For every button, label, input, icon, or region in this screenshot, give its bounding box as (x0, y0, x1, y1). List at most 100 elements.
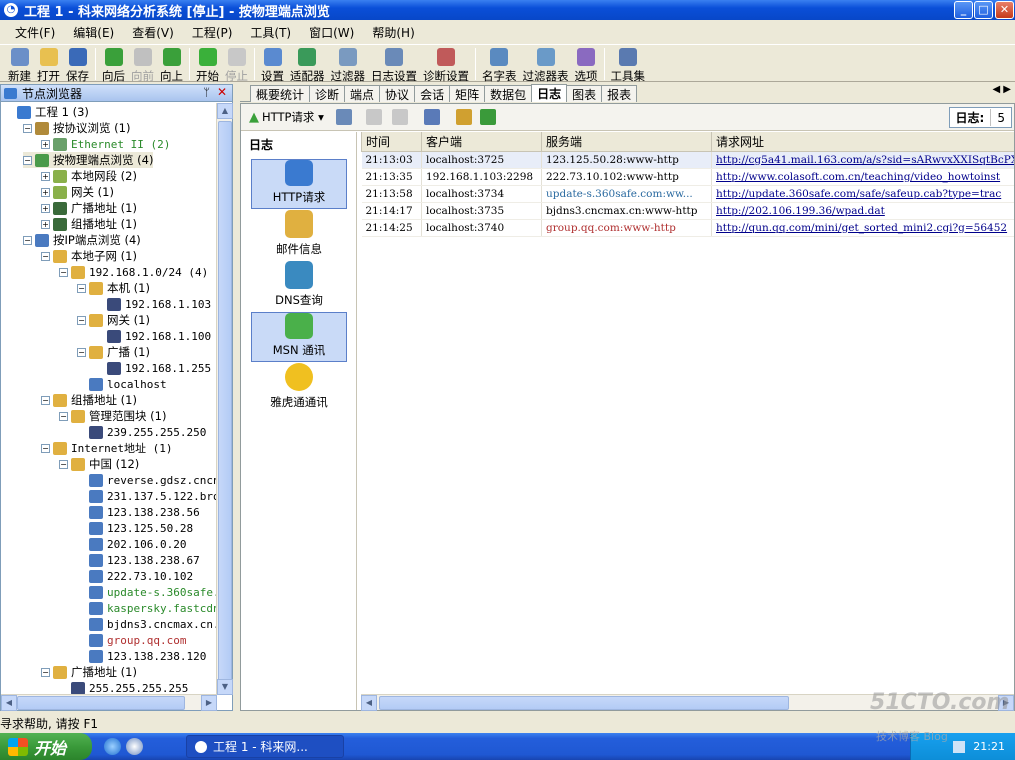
refresh-list-icon[interactable] (391, 109, 408, 125)
log-category-http-request[interactable]: HTTP请求 (251, 159, 347, 209)
refresh-icon[interactable] (479, 109, 496, 125)
tab-endpoints[interactable]: 端点 (344, 85, 381, 102)
url-link[interactable]: http://www.colasoft.com.cn/teaching/vide… (716, 171, 1000, 183)
tab-scroll-arrows[interactable]: ◀ ▶ (992, 84, 1011, 95)
toolbar-button-forward-arrow[interactable]: 向前 (131, 45, 154, 84)
tree-horizontal-scrollbar[interactable]: ◀ ▶ (1, 694, 217, 711)
toolbar-button-save[interactable]: 保存 (66, 45, 89, 84)
tree-node[interactable]: 192.168.1.103 (95, 296, 211, 312)
tree-node[interactable]: update-s.360safe. (77, 584, 217, 600)
tree-node[interactable]: + 网关 (1) (41, 184, 114, 200)
collapse-icon[interactable]: − (41, 395, 50, 405)
tree-node[interactable]: − Internet地址 (1) (41, 440, 172, 456)
up-icon[interactable]: ▲ (249, 110, 259, 125)
toolbar-button-name-table[interactable]: 名字表 (482, 45, 517, 84)
tree-node[interactable]: + Ethernet II (2) (41, 136, 170, 152)
menu-tools[interactable]: 工具(T) (241, 24, 300, 41)
tree-node[interactable]: − 广播地址 (1) (41, 664, 137, 680)
tree-node[interactable]: 123.138.238.56 (77, 504, 200, 520)
collapse-icon[interactable]: − (77, 315, 86, 325)
ie-icon[interactable] (104, 738, 121, 755)
collapse-icon[interactable]: − (41, 443, 50, 453)
tree-node[interactable]: 工程 1 (3) (5, 104, 89, 120)
log-category-yahoo-messenger[interactable]: 雅虎通通讯 (251, 363, 347, 413)
log-category-dns[interactable]: DNS查询 (251, 261, 347, 311)
tab-log[interactable]: 日志 (531, 84, 568, 102)
menu-help[interactable]: 帮助(H) (363, 24, 423, 41)
find-icon[interactable] (455, 109, 472, 125)
tree-node[interactable]: group.qq.com (77, 632, 186, 648)
url-link[interactable]: http://update.360safe.com/safe/safeup.ca… (716, 188, 1001, 200)
tab-charts[interactable]: 图表 (566, 85, 603, 102)
tree-node[interactable]: localhost (77, 376, 167, 392)
tree-node[interactable]: 202.106.0.20 (77, 536, 186, 552)
network-icon[interactable] (953, 740, 966, 753)
url-link[interactable]: http://qun.qq.com/mini/get_sorted_mini2.… (716, 222, 1007, 234)
column-header[interactable]: 客户端 (421, 132, 542, 152)
url-link[interactable]: http://cg5a41.mail.163.com/a/s?sid=sARwv… (716, 154, 1014, 166)
tab-matrix[interactable]: 矩阵 (449, 85, 486, 102)
toolbar-button-filter-table[interactable]: 过滤器表 (523, 45, 569, 84)
taskbar-item-project[interactable]: 工程 1 - 科来网... (186, 735, 344, 758)
toolbar-button-up-arrow[interactable]: 向上 (160, 45, 183, 84)
tree-vertical-scrollbar[interactable]: ▲ ▼ (216, 103, 233, 695)
close-window-button[interactable]: ✕ (995, 1, 1014, 19)
toolbar-button-back-arrow[interactable]: 向后 (102, 45, 125, 84)
column-header[interactable]: 时间 (361, 132, 422, 152)
toolbar-button-open-folder[interactable]: 打开 (37, 45, 60, 84)
export-icon[interactable] (335, 109, 352, 125)
toolbar-button-filter[interactable]: 过滤器 (331, 45, 365, 84)
table-row[interactable]: 21:14:17 localhost:3735 bjdns3.cncmax.cn:w… (361, 202, 1014, 220)
scroll-thumb[interactable] (17, 696, 185, 710)
toolbar-button-new-file[interactable]: 新建 (8, 45, 31, 84)
tree-node[interactable]: 192.168.1.100 (95, 328, 211, 344)
toolbar-button-toolset[interactable]: 工具集 (611, 45, 645, 84)
tab-diagnosis[interactable]: 诊断 (309, 85, 346, 102)
tree-node[interactable]: 123.125.50.28 (77, 520, 193, 536)
menu-window[interactable]: 窗口(W) (300, 24, 363, 41)
table-row[interactable]: 21:14:25 localhost:3740 group.qq.com:www-h… (361, 219, 1014, 237)
expand-icon[interactable]: + (41, 187, 50, 197)
tab-summary[interactable]: 概要统计 (250, 85, 311, 102)
collapse-icon[interactable]: − (59, 411, 68, 421)
expand-icon[interactable]: + (41, 203, 50, 213)
scroll-left-arrow[interactable]: ◀ (361, 695, 377, 711)
tree-node[interactable]: − 按IP端点浏览 (4) (23, 232, 141, 248)
tree-node[interactable]: 239.255.255.250 (77, 424, 206, 440)
tree-node[interactable]: − 中国 (12) (59, 456, 139, 472)
tree-node[interactable]: 192.168.1.255 (95, 360, 211, 376)
quicklaunch-icon[interactable] (126, 738, 143, 755)
tree-node[interactable]: 255.255.255.255 (59, 680, 188, 695)
pin-icon[interactable]: ᛘ (203, 86, 210, 99)
collapse-icon[interactable]: − (77, 283, 86, 293)
minimize-button[interactable]: _ (954, 1, 973, 19)
expand-icon[interactable]: + (41, 219, 50, 229)
toolbar-button-stop[interactable]: 停止 (225, 45, 248, 84)
tab-reports[interactable]: 报表 (601, 85, 638, 102)
toolbar-button-options[interactable]: 选项 (575, 45, 598, 84)
tree-node[interactable]: + 广播地址 (1) (41, 200, 137, 216)
tree-node[interactable]: − 本机 (1) (77, 280, 150, 296)
close-panel-icon[interactable]: ✕ (217, 85, 227, 99)
scroll-thumb[interactable] (379, 696, 789, 710)
collapse-icon[interactable]: − (59, 267, 68, 277)
tree-node[interactable]: + 本地网段 (2) (41, 168, 137, 184)
toolbar-button-diagnosis-settings[interactable]: 诊断设置 (423, 45, 469, 84)
columns-icon[interactable] (423, 109, 440, 125)
collapse-icon[interactable]: − (59, 459, 68, 469)
collapse-icon[interactable]: − (41, 667, 50, 677)
tree-node[interactable]: − 本地子网 (1) (41, 248, 137, 264)
expand-icon[interactable]: + (41, 171, 50, 181)
menu-view[interactable]: 查看(V) (123, 24, 183, 41)
menu-project[interactable]: 工程(P) (183, 24, 242, 41)
collapse-icon[interactable]: − (77, 347, 86, 357)
tree-node[interactable]: − 组播地址 (1) (41, 392, 137, 408)
table-row[interactable]: 21:13:03 localhost:3725 123.125.50.28:www-… (361, 151, 1014, 169)
menu-file[interactable]: 文件(F) (6, 24, 64, 41)
tree-node[interactable]: 231.137.5.122.bro (77, 488, 217, 504)
column-header[interactable]: 服务端 (541, 132, 712, 152)
tree-node[interactable]: bjdns3.cncmax.cn. (77, 616, 217, 632)
scroll-left-arrow[interactable]: ◀ (1, 695, 17, 711)
tree-node[interactable]: − 广播 (1) (77, 344, 150, 360)
collapse-icon[interactable]: − (23, 235, 32, 245)
